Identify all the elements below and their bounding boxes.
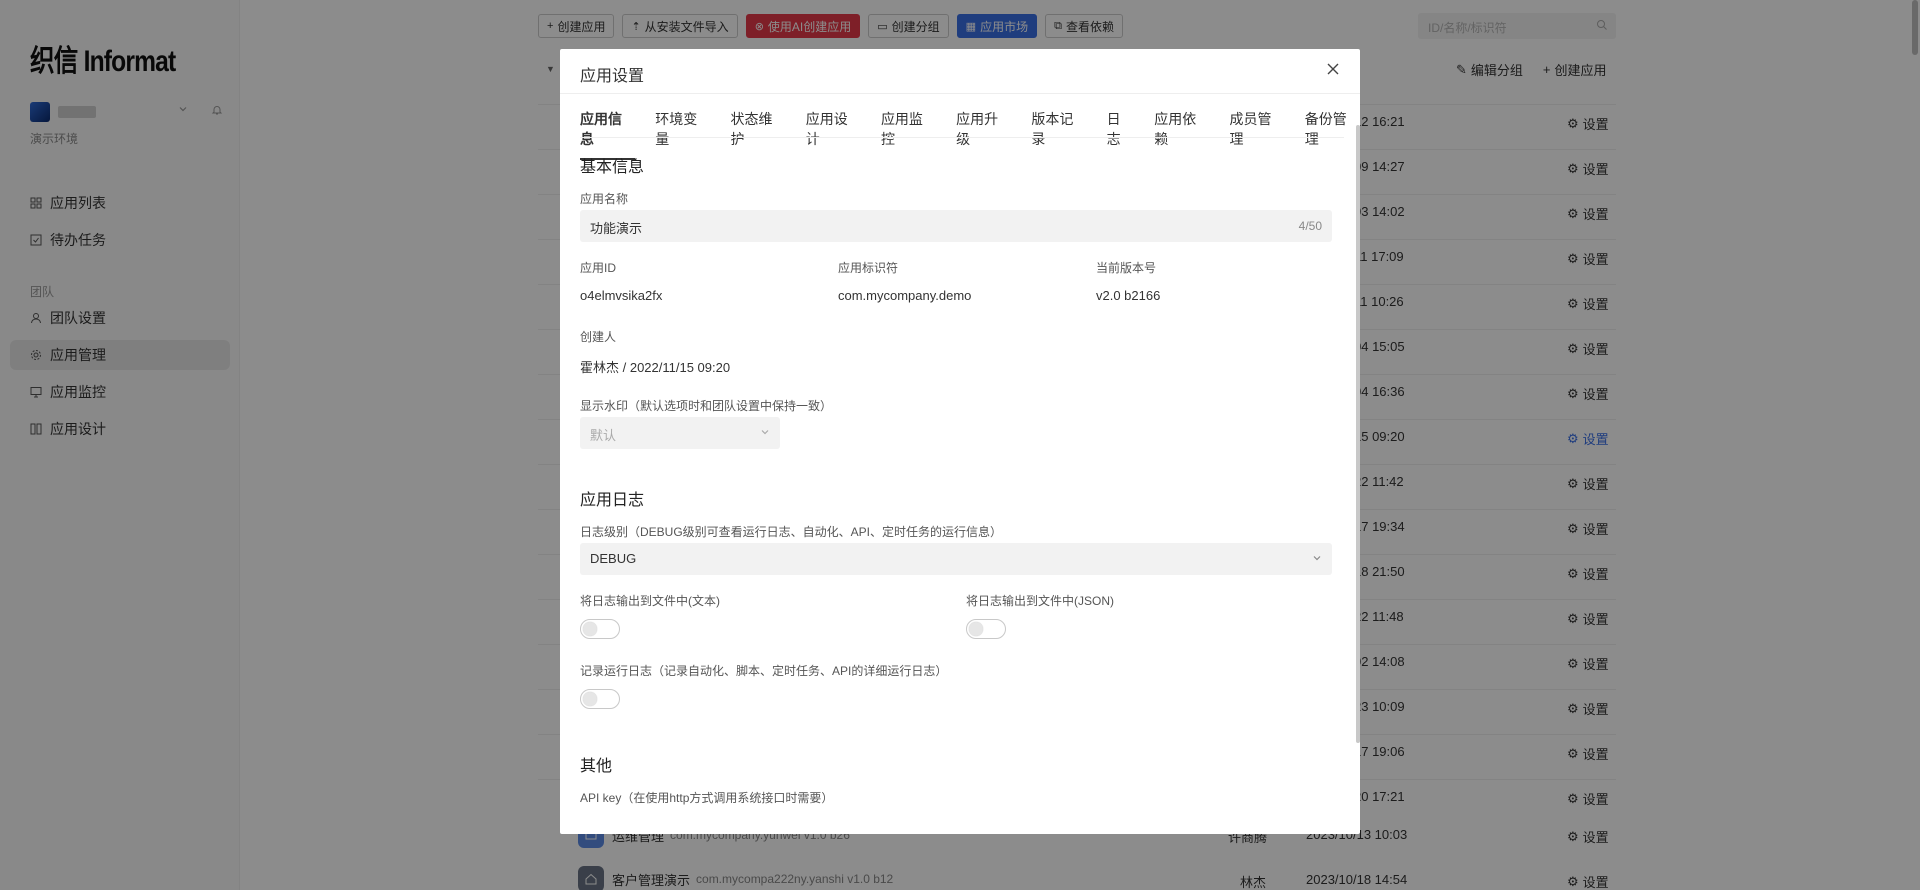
app-id-value: o4elmvsika2fx bbox=[580, 288, 663, 303]
chevron-down-icon bbox=[760, 427, 770, 437]
close-icon[interactable] bbox=[1326, 62, 1340, 76]
divider bbox=[580, 137, 1344, 138]
log-json-toggle[interactable] bbox=[966, 619, 1006, 639]
app-settings-dialog: 应用设置 应用信息 环境变量 状态维护 应用设计 应用监控 应用升级 版本记录 日志 应用依赖成… bbox=[560, 49, 1360, 834]
api-key-label: API key（在使用http方式调用系统接口时需要） bbox=[580, 791, 834, 805]
log-text-label: 将日志输出到文件中(文本) bbox=[580, 594, 720, 608]
tab-2[interactable]: 状态维护 bbox=[730, 109, 785, 160]
tab-1[interactable]: 环境变量 bbox=[655, 109, 710, 160]
app-name-value: 功能演示 bbox=[590, 221, 643, 236]
app-id-label: 应用ID bbox=[580, 261, 617, 275]
section-other: 其他 bbox=[580, 758, 613, 775]
watermark-select[interactable]: 默认 bbox=[580, 417, 780, 449]
watermark-label: 显示水印（默认选项时和团队设置中保持一致） bbox=[580, 399, 833, 413]
log-text-toggle[interactable] bbox=[580, 619, 620, 639]
creator-value: 霍林杰 / 2022/11/15 09:20 bbox=[580, 360, 731, 375]
tab-9[interactable]: 成员管理 bbox=[1230, 109, 1285, 160]
app-identifier-value: com.mycompany.demo bbox=[838, 288, 972, 303]
settings-tabs: 应用信息 环境变量 状态维护 应用设计 应用监控 应用升级 版本记录 日志 应用依赖 成员管理 备份… bbox=[580, 109, 1360, 160]
creator-label: 创建人 bbox=[580, 330, 617, 344]
tab-10[interactable]: 备份管理 bbox=[1305, 109, 1360, 160]
version-value: v2.0 b2166 bbox=[1096, 288, 1161, 303]
app-name-input[interactable]: 功能演示 4/50 bbox=[580, 210, 1332, 242]
log-level-label: 日志级别（DEBUG级别可查看运行日志、自动化、API、定时任务的运行信息） bbox=[580, 525, 1003, 539]
section-basic-info: 基本信息 bbox=[580, 159, 645, 176]
log-level-value: DEBUG bbox=[590, 551, 637, 566]
section-app-log: 应用日志 bbox=[580, 492, 645, 509]
watermark-value: 默认 bbox=[590, 428, 617, 443]
tab-6[interactable]: 版本记录 bbox=[1031, 109, 1086, 160]
dialog-scrollbar[interactable] bbox=[1356, 125, 1360, 743]
app-name-label: 应用名称 bbox=[580, 192, 629, 206]
log-level-select[interactable]: DEBUG bbox=[580, 543, 1332, 575]
app-identifier-label: 应用标识符 bbox=[838, 261, 899, 275]
divider bbox=[560, 93, 1360, 94]
run-log-toggle[interactable] bbox=[580, 689, 620, 709]
tab-4[interactable]: 应用监控 bbox=[881, 109, 936, 160]
log-json-label: 将日志输出到文件中(JSON) bbox=[966, 594, 1114, 608]
dialog-title: 应用设置 bbox=[580, 68, 645, 85]
tab-3[interactable]: 应用设计 bbox=[806, 109, 861, 160]
char-count: 4/50 bbox=[1298, 219, 1322, 233]
tab-8[interactable]: 应用依赖 bbox=[1154, 109, 1209, 160]
run-log-label: 记录运行日志（记录自动化、脚本、定时任务、API的详细运行日志） bbox=[580, 664, 948, 678]
chevron-down-icon bbox=[1312, 553, 1322, 563]
tab-7[interactable]: 日志 bbox=[1107, 109, 1135, 160]
tab-5[interactable]: 应用升级 bbox=[956, 109, 1011, 160]
version-label: 当前版本号 bbox=[1096, 261, 1157, 275]
